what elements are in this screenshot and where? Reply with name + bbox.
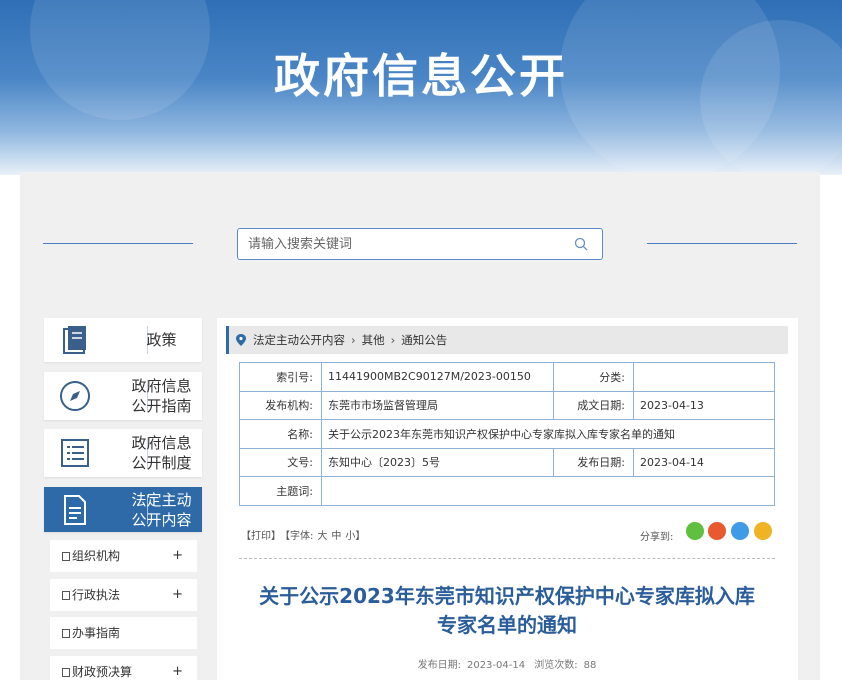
sidebar-item-label: 法定主动 公开内容	[131, 490, 192, 529]
table-row: 索引号: 11441900MB2C90127M/2023-00150 分类:	[239, 362, 775, 392]
sidebar-item-label: 政府信息 公开指南	[131, 377, 192, 415]
font-medium-link[interactable]: 中	[331, 531, 341, 542]
doc-no-value: 东知中心〔2023〕5号	[321, 447, 554, 477]
book-icon	[63, 326, 86, 354]
name-label: 名称:	[239, 419, 322, 449]
list-document-icon	[61, 439, 89, 467]
metadata-table: 索引号: 11441900MB2C90127M/2023-00150 分类: 发…	[239, 362, 775, 506]
table-row: 文号: 东知中心〔2023〕5号 发布日期: 2023-04-14	[239, 447, 775, 477]
wechat-icon[interactable]	[686, 522, 704, 540]
qzone-icon[interactable]	[754, 522, 772, 540]
article-meta: 发布日期: 2023-04-14 浏览次数: 88	[239, 656, 775, 671]
document-icon	[62, 591, 70, 600]
share-label: 分享到:	[640, 532, 674, 543]
submenu-item-organization[interactable]: 组织机构 +	[50, 540, 197, 572]
breadcrumb: 法定主动公开内容 › 其他 › 通知公告	[226, 326, 788, 354]
breadcrumb-link[interactable]: 法定主动公开内容	[253, 333, 345, 347]
submenu-item-law-enforcement[interactable]: 行政执法 +	[50, 579, 197, 611]
expand-icon[interactable]: +	[172, 540, 183, 572]
font-size-label: 【字体:	[285, 531, 314, 542]
sidebar-item-statutory-disclosure[interactable]: 法定主动 公开内容	[44, 487, 202, 532]
breadcrumb-separator: ›	[390, 333, 396, 347]
document-icon	[62, 629, 70, 638]
doc-no-label: 文号:	[239, 447, 322, 477]
submenu-label: 组织机构	[72, 549, 121, 563]
created-date-value: 2023-04-13	[633, 390, 775, 420]
published-date-value: 2023-04-14	[633, 447, 775, 477]
weibo-icon[interactable]	[708, 522, 726, 540]
submenu-item-service-guide[interactable]: 办事指南	[50, 617, 197, 649]
document-icon	[64, 494, 86, 525]
breadcrumb-separator: ›	[351, 333, 356, 347]
article-date-label: 发布日期:	[417, 660, 461, 671]
article-title-line: 关于公示2023年东莞市知识产权保护中心专家库拟入库	[259, 584, 755, 608]
document-icon	[62, 668, 70, 677]
expand-icon[interactable]: +	[172, 579, 183, 611]
index-no-label: 索引号:	[239, 362, 322, 392]
table-row: 名称: 关于公示2023年东莞市知识产权保护中心专家库拟入库专家名单的通知	[239, 419, 775, 449]
name-value: 关于公示2023年东莞市知识产权保护中心专家库拟入库专家名单的通知	[321, 419, 775, 449]
table-row: 主题词:	[239, 476, 775, 506]
location-pin-icon	[236, 334, 246, 346]
search-divider-left	[43, 243, 193, 244]
print-link[interactable]: 【打印】	[241, 531, 281, 542]
published-date-label: 发布日期:	[553, 447, 634, 477]
table-row: 发布机构: 东莞市市场监督管理局 成文日期: 2023-04-13	[239, 390, 775, 420]
index-no-value: 11441900MB2C90127M/2023-00150	[321, 362, 554, 392]
divider	[239, 558, 775, 559]
article-views: 88	[583, 660, 597, 671]
category-value	[633, 362, 775, 392]
article-title: 关于公示2023年东莞市知识产权保护中心专家库拟入库 专家名单的通知	[232, 582, 782, 640]
topic-label: 主题词:	[239, 476, 322, 506]
article-title-line: 专家名单的通知	[437, 613, 577, 637]
document-icon	[62, 552, 70, 561]
header-banner: 政府信息公开	[0, 0, 842, 175]
search-divider-right	[647, 243, 797, 244]
sidebar-item-label: 政策	[146, 331, 177, 349]
sidebar-item-label: 政府信息 公开制度	[131, 434, 192, 472]
sidebar-item-disclosure-guide[interactable]: 政府信息 公开指南	[44, 372, 202, 420]
font-small-link[interactable]: 小】	[345, 531, 365, 542]
font-large-link[interactable]: 大	[317, 531, 327, 542]
expand-icon[interactable]: +	[172, 656, 183, 680]
article-date: 2023-04-14	[466, 660, 526, 671]
breadcrumb-link[interactable]: 通知公告	[401, 333, 447, 347]
search-input[interactable]	[238, 229, 548, 259]
topic-value	[321, 476, 775, 506]
qq-icon[interactable]	[731, 522, 749, 540]
compass-icon	[60, 381, 90, 411]
category-label: 分类:	[553, 362, 634, 392]
search-bar	[237, 228, 603, 260]
article-views-label: 浏览次数:	[534, 660, 578, 671]
submenu-label: 财政预决算	[72, 665, 133, 679]
page-tools: 【打印】 【字体: 大中小】	[241, 527, 369, 542]
submenu-label: 办事指南	[72, 626, 121, 640]
issuer-value: 东莞市市场监督管理局	[321, 390, 554, 420]
breadcrumb-link[interactable]: 其他	[362, 333, 385, 347]
sidebar-item-disclosure-system[interactable]: 政府信息 公开制度	[44, 429, 202, 477]
banner-title: 政府信息公开	[274, 49, 568, 103]
search-icon[interactable]	[574, 237, 588, 251]
sidebar-item-policy[interactable]: 政策	[44, 318, 202, 362]
issuer-label: 发布机构:	[239, 390, 322, 420]
submenu-item-budget[interactable]: 财政预决算 +	[50, 656, 197, 680]
created-date-label: 成文日期:	[553, 390, 634, 420]
submenu-label: 行政执法	[72, 588, 121, 602]
